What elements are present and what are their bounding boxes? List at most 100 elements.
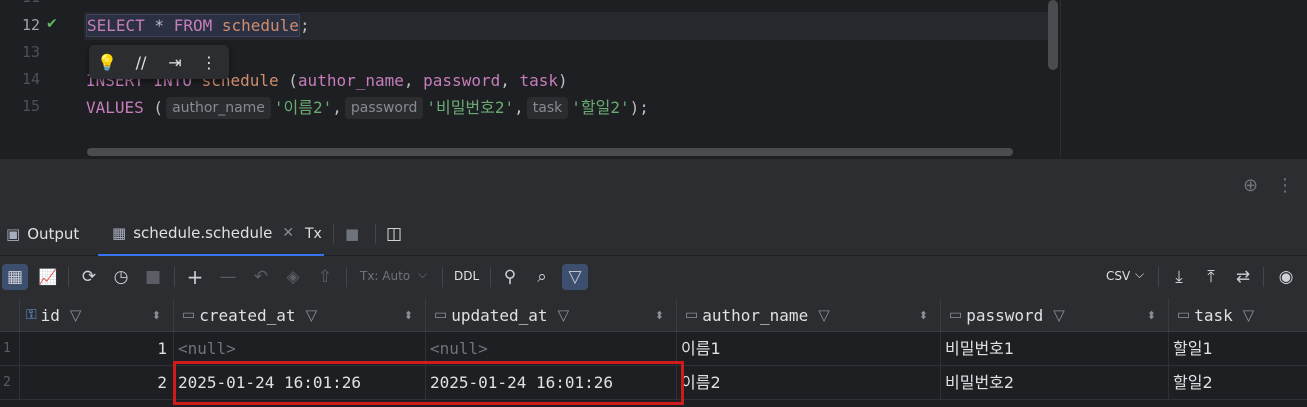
tx-mode-select[interactable]: Tx: Auto: [360, 269, 410, 283]
stop-icon[interactable]: ■: [140, 264, 166, 290]
cell-password[interactable]: 비밀번호1: [941, 332, 1169, 365]
filter-icon[interactable]: ▽: [70, 306, 82, 324]
cell-password[interactable]: 비밀번호2: [941, 366, 1169, 399]
code-line-15[interactable]: VALUES (author_name '이름2', password '비밀번호2'…: [86, 95, 649, 121]
delete-row-icon[interactable]: —: [215, 264, 241, 290]
more-vertical-icon[interactable]: ⋮: [199, 53, 219, 72]
column-icon: ▭: [949, 307, 963, 323]
column-name: created_at: [199, 305, 296, 325]
tab-output[interactable]: ▣ Output: [6, 212, 79, 256]
preview-changes-icon[interactable]: ◈: [280, 264, 306, 290]
sort-icon[interactable]: ⬍: [1147, 309, 1156, 322]
comment-icon[interactable]: //: [131, 53, 151, 72]
comma: ,: [514, 98, 524, 117]
table-row[interactable]: 1 1 <null> <null> 이름1 비밀번호1 할일1: [0, 332, 1307, 366]
cell-updated-at[interactable]: 2025-01-24 16:01:26: [426, 366, 677, 399]
key-column-icon: ⚿: [26, 307, 37, 323]
compare-icon[interactable]: ⇄: [1230, 264, 1256, 290]
revert-icon[interactable]: ↶: [248, 264, 274, 290]
column-header-task[interactable]: ▭ task ▽: [1169, 298, 1307, 332]
layout-icon[interactable]: ◫: [386, 212, 402, 256]
semicolon: ;: [299, 16, 310, 35]
divider: [346, 267, 347, 287]
line-number: 15: [21, 97, 40, 115]
divider: [1158, 267, 1159, 287]
keyword-select: SELECT: [87, 16, 145, 35]
comma: ,: [403, 71, 424, 90]
cell-author-name[interactable]: 이름1: [677, 332, 941, 365]
sql-editor[interactable]: 11 12 ✔ 13 14 15 SELECT * FROM schedule;…: [0, 0, 1307, 158]
view-icon[interactable]: ◉: [1273, 264, 1299, 290]
grid-header: ⚿ id ▽ ⬍ ▭ created_at ▽ ⬍ ▭ updated_at ▽…: [0, 298, 1307, 332]
code-line-12[interactable]: SELECT * FROM schedule;: [86, 13, 310, 39]
sort-icon[interactable]: ⬍: [404, 309, 413, 322]
stop-icon[interactable]: ■: [345, 212, 359, 256]
parameter-hint: task: [526, 97, 569, 119]
add-row-icon[interactable]: +: [182, 264, 208, 290]
pin-icon[interactable]: ⚲: [497, 264, 523, 290]
table-view-icon[interactable]: ▦: [2, 264, 28, 290]
filter-icon[interactable]: ▽: [818, 306, 830, 324]
paren-close: ): [558, 71, 568, 90]
row-number[interactable]: 1: [0, 332, 20, 365]
column-icon: ▭: [685, 307, 699, 323]
refresh-icon[interactable]: ⟳: [76, 264, 102, 290]
sort-icon[interactable]: ⬍: [655, 309, 664, 322]
cell-created-at[interactable]: <null>: [174, 332, 426, 365]
chart-view-icon[interactable]: 📈: [35, 264, 61, 290]
divider: [68, 267, 69, 287]
cell-author-name[interactable]: 이름2: [677, 366, 941, 399]
row-number[interactable]: 2: [0, 366, 20, 399]
sort-icon[interactable]: ⬍: [152, 309, 161, 322]
history-icon[interactable]: ◷: [108, 264, 134, 290]
filter-icon[interactable]: ▽: [562, 264, 588, 290]
comma: ,: [500, 71, 520, 90]
code-area[interactable]: SELECT * FROM schedule; INSERT INTO sche…: [84, 0, 1056, 158]
parameter-hint: author_name: [166, 97, 271, 119]
table-icon: ▦: [112, 224, 127, 242]
close-icon[interactable]: ✕: [282, 225, 294, 241]
column-header-id[interactable]: ⚿ id ▽ ⬍: [20, 298, 174, 332]
filter-icon[interactable]: ▽: [1053, 306, 1065, 324]
paren-open: (: [143, 98, 164, 117]
filter-icon[interactable]: ▽: [306, 306, 318, 324]
line-number: 14: [21, 70, 40, 88]
column-header-password[interactable]: ▭ password ▽ ⬍: [941, 298, 1169, 332]
filter-icon[interactable]: ▽: [1243, 306, 1255, 324]
indent-icon[interactable]: ⇥: [165, 53, 185, 72]
more-vertical-icon[interactable]: ⋮: [1276, 175, 1294, 196]
services-header: ⊕ ⋮: [0, 158, 1307, 212]
filter-icon[interactable]: ▽: [558, 306, 570, 324]
cell-created-at[interactable]: 2025-01-24 16:01:26: [174, 366, 426, 399]
cell-task[interactable]: 할일1: [1169, 332, 1307, 365]
tab-schedule-schedule[interactable]: ▦ schedule.schedule ✕: [98, 212, 324, 256]
download-icon[interactable]: ⤓: [1166, 264, 1192, 290]
table-name: schedule: [221, 16, 299, 35]
upload-icon[interactable]: ⤒: [1198, 264, 1224, 290]
target-icon[interactable]: ⊕: [1243, 175, 1258, 196]
cell-updated-at[interactable]: <null>: [426, 332, 677, 365]
export-format-select[interactable]: CSV: [1106, 269, 1130, 283]
lightbulb-icon[interactable]: 💡: [97, 53, 117, 72]
cell-id[interactable]: 2: [20, 366, 174, 399]
corner-cell: [0, 298, 20, 332]
cell-task[interactable]: 할일2: [1169, 366, 1307, 399]
search-icon[interactable]: ⌕: [529, 264, 555, 290]
results-grid[interactable]: ⚿ id ▽ ⬍ ▭ created_at ▽ ⬍ ▭ updated_at ▽…: [0, 298, 1307, 407]
editor-vertical-scrollbar[interactable]: [1048, 0, 1058, 70]
ddl-button[interactable]: DDL: [454, 269, 479, 283]
submit-icon[interactable]: ⇧: [312, 264, 338, 290]
column-header-created-at[interactable]: ▭ created_at ▽ ⬍: [174, 298, 426, 332]
column-header-author-name[interactable]: ▭ author_name ▽ ⬍: [677, 298, 941, 332]
sort-icon[interactable]: ⬍: [919, 309, 928, 322]
editor-horizontal-scrollbar[interactable]: [87, 148, 1013, 156]
line-number: 11: [0, 0, 40, 6]
cell-id[interactable]: 1: [20, 332, 174, 365]
chevron-down-icon[interactable]: ⌵: [418, 267, 427, 282]
table-row[interactable]: 2 2 2025-01-24 16:01:26 2025-01-24 16:01…: [0, 366, 1307, 400]
column-ref: author_name: [297, 71, 404, 90]
column-header-updated-at[interactable]: ▭ updated_at ▽ ⬍: [426, 298, 677, 332]
string-literal: '이름2': [273, 98, 333, 117]
tab-tx[interactable]: Tx: [305, 212, 322, 256]
chevron-down-icon[interactable]: ⌵: [1135, 267, 1144, 282]
